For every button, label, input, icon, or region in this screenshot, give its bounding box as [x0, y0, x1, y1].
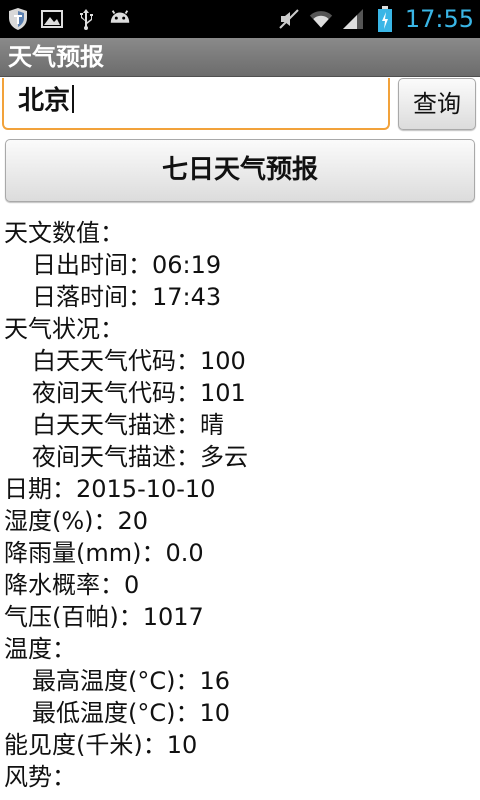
temperature-header: 温度： [4, 635, 76, 663]
condition-header: 天气状况： [4, 315, 124, 343]
visibility-text: 能见度(千米)：10 [4, 731, 198, 759]
humidity-text: 湿度(%)：20 [4, 507, 149, 535]
night-code-text: 夜间天气代码：101 [32, 379, 246, 407]
date-text: 日期：2015-10-10 [4, 475, 216, 503]
mute-icon [277, 7, 301, 31]
pressure-text: 气压(百帕)：1017 [4, 603, 204, 631]
precip-probability-text: 降水概率：0 [4, 571, 140, 599]
city-input-value: 北京 [18, 86, 71, 116]
precipitation-text: 降雨量(mm)：0.0 [4, 539, 204, 567]
wifi-icon [309, 7, 333, 31]
sunset-text: 日落时间：17:43 [32, 283, 222, 311]
wind-header: 风势： [4, 763, 76, 791]
weather-info: 天文数值： 日出时间：06:19 日落时间：17:43 天气状况： 白天天气代码… [4, 217, 476, 793]
battery-icon [373, 6, 397, 32]
temp-min-text: 最低温度(°C)：10 [32, 699, 231, 727]
android-icon [108, 7, 132, 31]
signal-icon [341, 7, 365, 31]
night-desc-text: 夜间天气描述：多云 [32, 443, 248, 471]
seven-day-forecast-button[interactable]: 七日天气预报 [5, 139, 475, 202]
city-input[interactable]: 北京 [2, 78, 390, 130]
text-cursor [72, 85, 75, 113]
image-icon [40, 7, 64, 31]
shield-icon [6, 7, 30, 31]
day-code-text: 白天天气代码：100 [32, 347, 246, 375]
app-title: 天气预报 [8, 43, 104, 71]
query-button[interactable]: 查询 [398, 78, 476, 130]
status-bar: 17:55 [0, 0, 480, 38]
clock: 17:55 [404, 5, 474, 33]
day-desc-text: 白天天气描述：晴 [32, 411, 224, 439]
temp-max-text: 最高温度(°C)：16 [32, 667, 231, 695]
astro-header: 天文数值： [4, 219, 124, 247]
sunrise-text: 日出时间：06:19 [32, 251, 222, 279]
app-title-bar: 天气预报 [0, 38, 480, 77]
usb-icon [74, 7, 98, 31]
